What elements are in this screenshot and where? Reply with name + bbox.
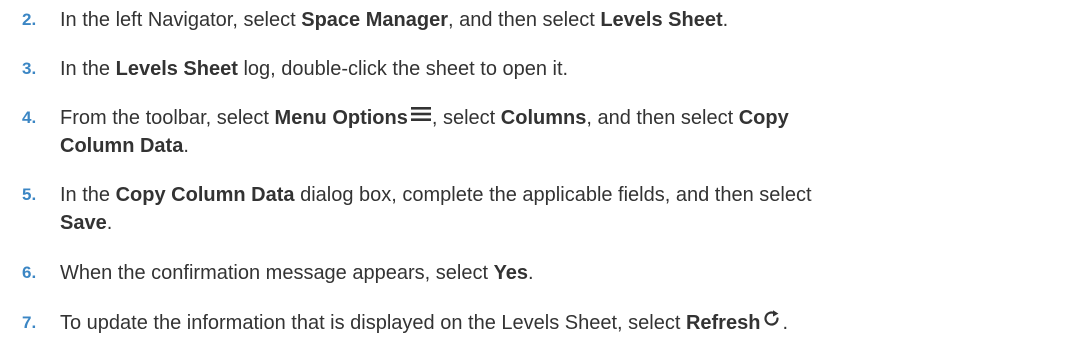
step-text-part: . (722, 9, 729, 31)
procedure-steps: 2. In the left Navigator, select Space M… (0, 0, 1072, 363)
step-number: 3. (22, 59, 37, 78)
step-text-part: . (183, 135, 189, 157)
step-number: 2. (22, 10, 37, 29)
ui-term-copy-column-data: Copy Column Data (115, 184, 295, 206)
ui-term-save: Save (60, 212, 107, 234)
step-text: To update the information that is displa… (60, 309, 1060, 337)
step-text-part: When the confirmation message appears, s… (60, 262, 494, 284)
step-text: In the left Navigator, select Space Mana… (60, 6, 1060, 34)
menu-options-icon (410, 106, 432, 122)
step-text-part: In the (60, 58, 116, 80)
step-text: In the Copy Column Data dialog box, comp… (60, 181, 1060, 237)
ui-term-space-manager: Space Manager (301, 9, 448, 31)
step-number: 6. (22, 263, 37, 282)
step-text-part: , and then select (586, 107, 739, 129)
step-text-part: , select (431, 107, 501, 129)
ui-term-levels-sheet: Levels Sheet (600, 9, 723, 31)
step-text-part: To update the information that is displa… (60, 312, 686, 334)
ui-term-copy: Copy (738, 107, 789, 129)
ui-term-column-data: Column Data (60, 135, 184, 157)
refresh-icon (762, 309, 782, 329)
step-text-part: . (528, 262, 534, 284)
step-number: 7. (22, 313, 37, 332)
step-text-part: In the left Navigator, select (60, 9, 302, 31)
step-text-part: dialog box, complete the applicable fiel… (294, 184, 812, 206)
ui-term-menu-options: Menu Options (274, 107, 408, 129)
step-text: When the confirmation message appears, s… (60, 259, 1060, 287)
ui-term-columns: Columns (500, 107, 587, 129)
step-text: In the Levels Sheet log, double-click th… (60, 55, 1060, 83)
ui-term-yes: Yes (493, 262, 529, 284)
step-text-part: log, double-click the sheet to open it. (237, 58, 569, 80)
step-number: 4. (22, 108, 37, 127)
step-text: From the toolbar, select Menu Options , s… (60, 104, 1060, 160)
step-text-part: In the (60, 184, 116, 206)
ui-term-levels-sheet: Levels Sheet (115, 58, 238, 80)
step-number: 5. (22, 185, 37, 204)
step-text-part: . (106, 212, 113, 234)
ui-term-refresh: Refresh (685, 312, 761, 334)
step-text-part: From the toolbar, select (60, 107, 275, 129)
step-text-part: . (782, 312, 788, 334)
step-text-part: , and then select (447, 9, 601, 31)
